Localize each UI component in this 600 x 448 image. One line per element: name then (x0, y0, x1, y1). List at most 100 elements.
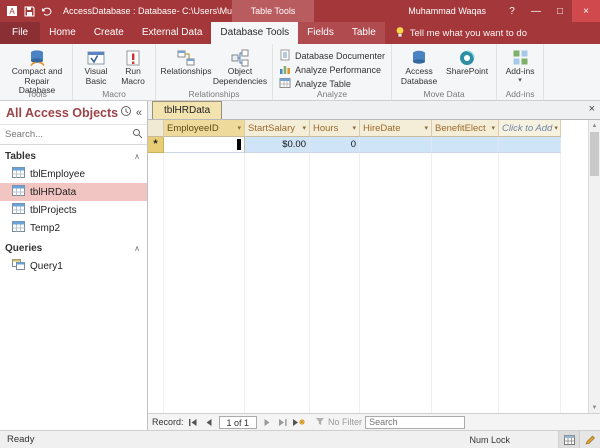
vertical-scrollbar[interactable]: ▲ ▼ (588, 120, 600, 413)
queries-section-label: Queries (5, 243, 43, 254)
add-ins-button[interactable]: Add-ins ▾ (501, 47, 539, 84)
visual-basic-icon (87, 48, 105, 67)
cell-hiredate[interactable] (360, 137, 432, 153)
run-macro-button[interactable]: Run Macro (115, 47, 151, 86)
tell-me-box[interactable]: Tell me what you want to do (395, 22, 527, 44)
close-tab-icon[interactable]: × (589, 104, 595, 115)
nav-pane-menu-icon[interactable] (120, 105, 132, 120)
column-dropdown-icon[interactable]: ▾ (300, 124, 306, 132)
help-button[interactable]: ? (500, 0, 524, 22)
visual-basic-button[interactable]: Visual Basic (77, 47, 115, 86)
object-dependencies-button[interactable]: Object Dependencies (212, 47, 268, 86)
column-label: Hours (313, 122, 339, 134)
design-view-button[interactable] (579, 431, 600, 448)
lightbulb-icon (395, 26, 405, 41)
column-dropdown-icon[interactable]: ▾ (552, 124, 558, 132)
ribbon-tab-table[interactable]: Table (342, 22, 385, 44)
sharepoint-label: SharePoint (446, 66, 489, 76)
filter-icon (315, 417, 325, 428)
nav-search-input[interactable] (0, 129, 132, 140)
sidebar-item-tblemployee[interactable]: tblEmployee (0, 165, 147, 183)
record-search-box[interactable] (365, 415, 466, 429)
ribbon-tab-fields[interactable]: Fields (298, 22, 343, 44)
select-all-corner[interactable] (148, 120, 164, 137)
cell-employeeid-active[interactable] (164, 137, 245, 153)
cell-startsalary[interactable]: $0.00 (245, 137, 310, 153)
ribbon-tab-database-tools[interactable]: Database Tools (211, 22, 299, 44)
maximize-button[interactable]: □ (548, 0, 572, 22)
document-tab-tblhrdata[interactable]: tblHRData (152, 101, 223, 119)
ribbon-tab-home[interactable]: Home (40, 22, 85, 44)
section-header-tables[interactable]: Tables ∧ (0, 148, 147, 165)
access-database-button[interactable]: Access Database (396, 47, 442, 86)
cell-click-to-add[interactable] (499, 137, 561, 153)
column-label: HireDate (363, 122, 401, 134)
collapse-pane-button[interactable]: « (136, 107, 142, 119)
table-icon (12, 167, 25, 181)
column-header-employeeid[interactable]: EmployeeID ▾ (164, 120, 245, 137)
first-record-button[interactable] (187, 416, 200, 429)
user-name[interactable]: Muhammad Waqas (408, 6, 486, 16)
analyze-performance-button[interactable]: Analyze Performance (277, 63, 387, 76)
undo-button[interactable] (41, 6, 53, 17)
sharepoint-button[interactable]: SharePoint (442, 47, 492, 77)
filter-status[interactable]: No Filter (315, 417, 362, 428)
window-title: AccessDatabase : Database- C:\Users\Mu..… (63, 6, 239, 16)
scrollbar-thumb[interactable] (590, 132, 599, 176)
group-label-tools: Tools (27, 89, 47, 99)
row-selector-new-record[interactable]: * (148, 137, 164, 153)
sidebar-item-tblhrdata[interactable]: tblHRData (0, 183, 147, 201)
ribbon-group-relationships: Relationships Object Dependencies Relati… (156, 44, 273, 100)
ribbon-group-macro: Visual Basic Run Macro Macro (73, 44, 156, 100)
section-header-queries[interactable]: Queries ∧ (0, 240, 147, 257)
record-position: 1 of 1 (218, 415, 258, 429)
close-button[interactable]: × (572, 0, 600, 22)
new-record-row: * $0.00 0 (148, 137, 588, 153)
column-header-hours[interactable]: Hours ▾ (310, 120, 360, 137)
database-documenter-button[interactable]: Database Documenter (277, 49, 387, 62)
object-dependencies-label: Object Dependencies (212, 66, 268, 86)
sidebar-item-temp2[interactable]: Temp2 (0, 219, 147, 237)
column-header-click-to-add[interactable]: Click to Add ▾ (499, 120, 561, 137)
ribbon-tab-external-data[interactable]: External Data (133, 22, 212, 44)
analyze-performance-label: Analyze Performance (295, 64, 382, 75)
previous-record-button[interactable] (203, 416, 216, 429)
next-record-button[interactable] (260, 416, 273, 429)
column-header-benefitelect[interactable]: BenefitElect ▾ (432, 120, 499, 137)
search-icon[interactable] (132, 128, 143, 142)
column-header-hiredate[interactable]: HireDate ▾ (360, 120, 432, 137)
save-button[interactable] (24, 6, 35, 17)
cell-benefitelect[interactable] (432, 137, 499, 153)
record-search-input[interactable] (365, 415, 466, 429)
column-dropdown-icon[interactable]: ▾ (350, 124, 356, 132)
minimize-button[interactable]: — (524, 0, 548, 22)
datasheet-view-button[interactable] (558, 431, 579, 448)
group-label-macro: Macro (102, 89, 126, 99)
column-dropdown-icon[interactable]: ▾ (489, 124, 495, 132)
cell-hours[interactable]: 0 (310, 137, 360, 153)
analyze-table-label: Analyze Table (295, 78, 351, 89)
status-bar: Ready Num Lock (0, 430, 600, 448)
scroll-up-icon[interactable]: ▲ (589, 120, 600, 131)
item-label: tblHRData (30, 186, 77, 198)
ribbon-tab-create[interactable]: Create (85, 22, 133, 44)
tables-section-label: Tables (5, 151, 36, 162)
table-icon (12, 203, 25, 217)
chevron-up-icon: ∧ (134, 152, 140, 161)
group-label-relationships: Relationships (188, 89, 240, 99)
nav-search-box[interactable] (0, 125, 147, 145)
sidebar-item-tblprojects[interactable]: tblProjects (0, 201, 147, 219)
column-dropdown-icon[interactable]: ▾ (422, 124, 428, 132)
new-record-button[interactable] (292, 416, 306, 429)
sidebar-item-query1[interactable]: Query1 (0, 257, 147, 275)
quick-access-toolbar: A (0, 5, 59, 17)
document-tab-bar: tblHRData × (148, 101, 600, 120)
relationships-button[interactable]: Relationships (160, 47, 212, 77)
scroll-down-icon[interactable]: ▼ (589, 402, 600, 413)
column-header-startsalary[interactable]: StartSalary ▾ (245, 120, 310, 137)
column-dropdown-icon[interactable]: ▾ (235, 124, 241, 132)
tell-me-label: Tell me what you want to do (409, 27, 527, 39)
ribbon-tab-file[interactable]: File (0, 22, 41, 44)
analyze-performance-icon (279, 63, 291, 77)
last-record-button[interactable] (276, 416, 289, 429)
